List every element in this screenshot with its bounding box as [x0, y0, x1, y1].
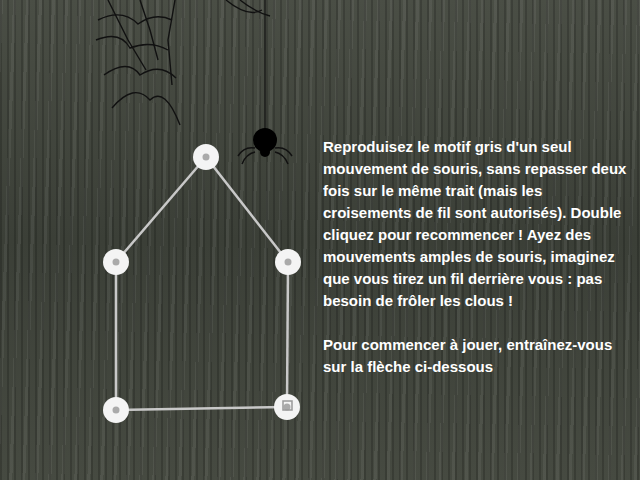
pattern-line	[115, 262, 118, 410]
pattern-line	[287, 262, 288, 407]
spider-icon	[238, 128, 292, 164]
pattern-line	[116, 407, 287, 410]
nail[interactable]	[275, 249, 301, 275]
nail[interactable]	[103, 397, 129, 423]
pattern-line	[116, 157, 206, 262]
game-board: Reproduisez le motif gris d'un seul mouv…	[0, 0, 640, 480]
instructions: Reproduisez le motif gris d'un seul mouv…	[320, 0, 640, 480]
spider-thread	[264, 0, 265, 132]
pattern-line	[206, 157, 288, 262]
instruction-text: Reproduisez le motif gris d'un seul mouv…	[323, 136, 632, 312]
instruction-text: Pour commencer à jouer, entraînez-vous s…	[323, 334, 632, 378]
nail[interactable]	[103, 249, 129, 275]
start-marker-icon	[283, 401, 292, 410]
nail[interactable]	[274, 394, 300, 420]
pattern	[116, 157, 288, 410]
spider-web-icon	[96, 0, 270, 125]
play-area[interactable]	[0, 0, 320, 480]
nail[interactable]	[193, 144, 219, 170]
